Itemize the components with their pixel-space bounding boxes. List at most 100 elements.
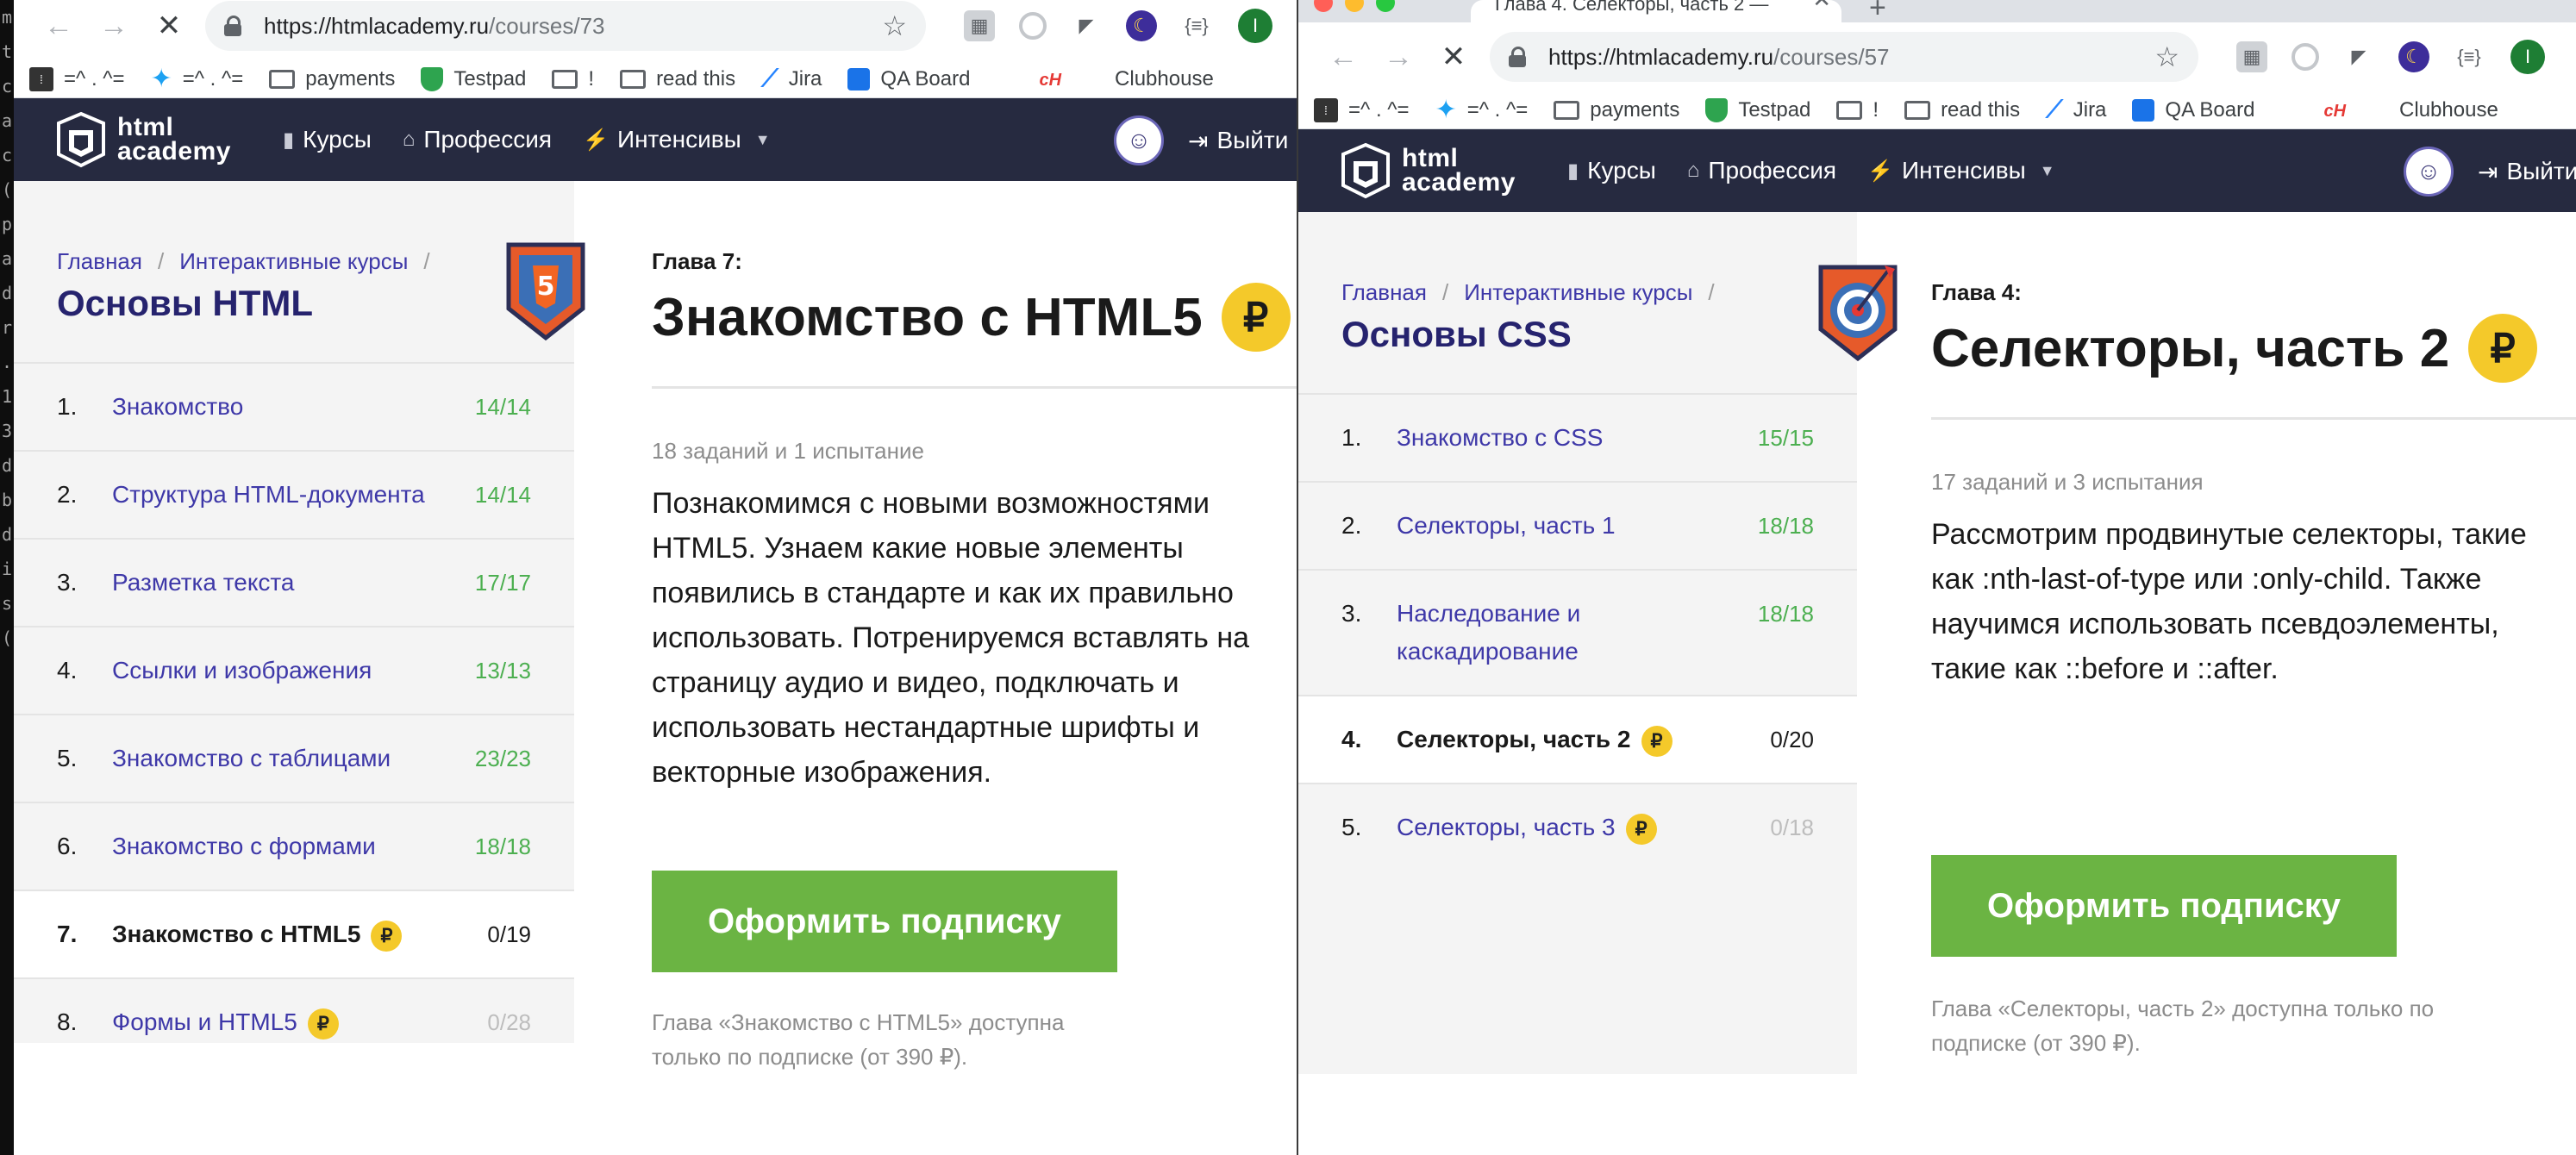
nav-intensives[interactable]: ⚡ Интенсивы ▼ <box>583 126 771 153</box>
chapter-item[interactable]: 1. Знакомство 14/14 <box>14 362 574 450</box>
bookmark-label: ! <box>1873 97 1879 122</box>
back-icon[interactable]: ← <box>31 9 86 43</box>
address-bar[interactable]: https://htmlacademy.ru/courses/57 ☆ <box>1490 32 2198 82</box>
close-window-icon[interactable] <box>1314 0 1333 12</box>
url-text[interactable]: https://htmlacademy.ru/courses/57 <box>1548 44 1889 71</box>
bookmark-star-icon[interactable]: ☆ <box>882 9 907 42</box>
profile-avatar[interactable]: I <box>1238 9 1272 43</box>
bookmark-item[interactable]: Testpad <box>421 66 526 91</box>
extensions-bar: ▦ ◤ ☾ {≡} <box>2236 41 2485 72</box>
new-tab-icon[interactable]: + <box>1869 0 1886 25</box>
extension-corner-icon[interactable]: ◤ <box>1071 10 1102 41</box>
course-title: Основы CSS <box>1341 314 1572 354</box>
chapter-title-link[interactable]: Структура HTML-документа <box>112 476 475 514</box>
bookmark-item[interactable]: payments <box>1554 98 1679 122</box>
bookmark-item[interactable]: ⁞ =^ . ^= <box>29 66 125 91</box>
json-viewer-icon[interactable]: {≡} <box>2454 41 2485 72</box>
site-logo[interactable]: html academy <box>1340 142 1516 199</box>
chapter-item[interactable]: 8. Формы и HTML5 ₽0/28 <box>14 977 574 1065</box>
chapter-title-link[interactable]: Знакомство с формами <box>112 827 475 865</box>
back-icon[interactable]: ← <box>1316 41 1371 74</box>
subscribe-button[interactable]: Оформить подписку <box>1931 855 2397 957</box>
extension-grid-icon[interactable]: ▦ <box>964 10 995 41</box>
profile-avatar[interactable]: I <box>2510 40 2545 74</box>
logout-link[interactable]: ⇥ Выйти <box>1188 127 1288 155</box>
chapter-title-link[interactable]: Знакомство <box>112 388 475 426</box>
breadcrumb-home[interactable]: Главная <box>1341 279 1427 305</box>
chapter-item[interactable]: 6. Знакомство с формами 18/18 <box>14 802 574 890</box>
chapter-item[interactable]: 5. Знакомство с таблицами 23/23 <box>14 714 574 802</box>
chapter-item[interactable]: 4. Селекторы, часть 2 ₽0/20 <box>1298 695 1857 783</box>
logout-link[interactable]: ⇥ Выйти <box>2478 158 2576 186</box>
chapter-title-link[interactable]: Ссылки и изображения <box>112 652 475 690</box>
extension-dial-icon[interactable] <box>2292 43 2319 71</box>
chapter-item[interactable]: 2. Структура HTML-документа 14/14 <box>14 450 574 538</box>
forward-icon[interactable]: → <box>1371 41 1426 74</box>
chapter-title-link[interactable]: Разметка текста <box>112 564 475 602</box>
chapter-title-link[interactable]: Формы и HTML5 ₽ <box>112 1003 487 1041</box>
chapter-title-link[interactable]: Знакомство с таблицами <box>112 740 475 777</box>
logo-text: html academy <box>117 113 231 165</box>
dark-mode-icon[interactable]: ☾ <box>1126 10 1157 41</box>
bookmark-item[interactable]: ! <box>1836 98 1879 122</box>
bookmark-label: read this <box>1941 97 2021 122</box>
chapter-title-link[interactable]: Знакомство с CSS <box>1397 419 1758 457</box>
extension-corner-icon[interactable]: ◤ <box>2343 41 2374 72</box>
chapter-title-link[interactable]: Селекторы, часть 2 ₽ <box>1397 721 1770 759</box>
extension-grid-icon[interactable]: ▦ <box>2236 41 2267 72</box>
chapter-item[interactable]: 5. Селекторы, часть 3 ₽0/18 <box>1298 783 1857 871</box>
chapter-title-link[interactable]: Наследование и каскадирование <box>1397 595 1758 671</box>
breadcrumb-home[interactable]: Главная <box>57 248 142 274</box>
json-viewer-icon[interactable]: {≡} <box>1181 10 1212 41</box>
bookmark-item[interactable]: ✦ =^ . ^= <box>151 64 244 94</box>
nav-courses[interactable]: ▮ Курсы <box>283 126 372 153</box>
dark-mode-icon[interactable]: ☾ <box>2398 41 2429 72</box>
chapter-item[interactable]: 2. Селекторы, часть 1 18/18 <box>1298 481 1857 569</box>
bookmark-item[interactable]: read this <box>1904 98 2020 122</box>
tab-close-icon[interactable]: ✕ <box>1812 0 1831 10</box>
nav-profession[interactable]: ⌂ Профессия <box>1687 157 1836 184</box>
chapter-item[interactable]: 3. Наследование и каскадирование 18/18 <box>1298 569 1857 695</box>
chapter-title-link[interactable]: Селекторы, часть 1 <box>1397 507 1758 545</box>
nav-courses[interactable]: ▮ Курсы <box>1567 157 1656 184</box>
chapter-item[interactable]: 3. Разметка текста 17/17 <box>14 538 574 626</box>
bookmark-item[interactable]: ⁞ =^ . ^= <box>1314 97 1410 122</box>
chapter-title-link[interactable]: Селекторы, часть 3 ₽ <box>1397 808 1770 846</box>
bookmark-item[interactable]: ✦ =^ . ^= <box>1435 95 1529 125</box>
chapter-item[interactable]: 4. Ссылки и изображения 13/13 <box>14 626 574 714</box>
user-avatar[interactable]: ☺ <box>1114 116 1164 165</box>
extension-dial-icon[interactable] <box>1019 12 1047 40</box>
breadcrumb-courses[interactable]: Интерактивные курсы <box>1464 279 1692 305</box>
address-bar[interactable]: https://htmlacademy.ru/courses/73 ☆ <box>205 1 926 51</box>
bookmark-item[interactable]: QA Board <box>847 67 970 91</box>
nav-profession[interactable]: ⌂ Профессия <box>403 126 552 153</box>
chapter-title-text: Знакомство с HTML5 <box>112 921 361 947</box>
nav-intensives[interactable]: ⚡ Интенсивы ▼ <box>1867 157 2055 184</box>
bookmark-star-icon[interactable]: ☆ <box>2154 41 2179 73</box>
bookmark-item[interactable]: read this <box>620 67 735 91</box>
site-logo[interactable]: html academy <box>55 111 231 168</box>
bookmark-item[interactable]: ⟋ Jira <box>2046 96 2106 124</box>
subscribe-button[interactable]: Оформить подписку <box>652 871 1117 972</box>
breadcrumb-courses[interactable]: Интерактивные курсы <box>179 248 408 274</box>
forward-icon[interactable]: → <box>86 9 141 43</box>
chapter-title-link[interactable]: Знакомство с HTML5 ₽ <box>112 915 487 953</box>
graduation-cap-icon: ⌂ <box>1686 159 1700 182</box>
bookmark-item[interactable]: ⟋ Jira <box>761 65 822 93</box>
bookmark-item[interactable]: ! <box>552 67 594 91</box>
maximize-window-icon[interactable] <box>1376 0 1395 12</box>
divider <box>652 386 1297 389</box>
minimize-window-icon[interactable] <box>1345 0 1364 12</box>
user-avatar[interactable]: ☺ <box>2404 147 2454 197</box>
stop-loading-icon[interactable]: ✕ <box>1426 40 1481 74</box>
chapter-item[interactable]: 1. Знакомство с CSS 15/15 <box>1298 393 1857 481</box>
bookmark-item[interactable]: Testpad <box>1705 97 1810 122</box>
browser-tab[interactable]: Глава 4. Селекторы, часть 2 —✕ <box>1471 0 1841 22</box>
stop-loading-icon[interactable]: ✕ <box>141 9 197 43</box>
bookmark-item[interactable]: payments <box>269 67 395 91</box>
chevron-down-icon: ▼ <box>2039 161 2055 179</box>
bookmark-item[interactable]: QA Board <box>2132 98 2254 122</box>
testpad-icon <box>421 66 444 91</box>
url-text[interactable]: https://htmlacademy.ru/courses/73 <box>264 13 604 40</box>
chapter-item[interactable]: 7. Знакомство с HTML5 ₽0/19 <box>14 890 574 977</box>
